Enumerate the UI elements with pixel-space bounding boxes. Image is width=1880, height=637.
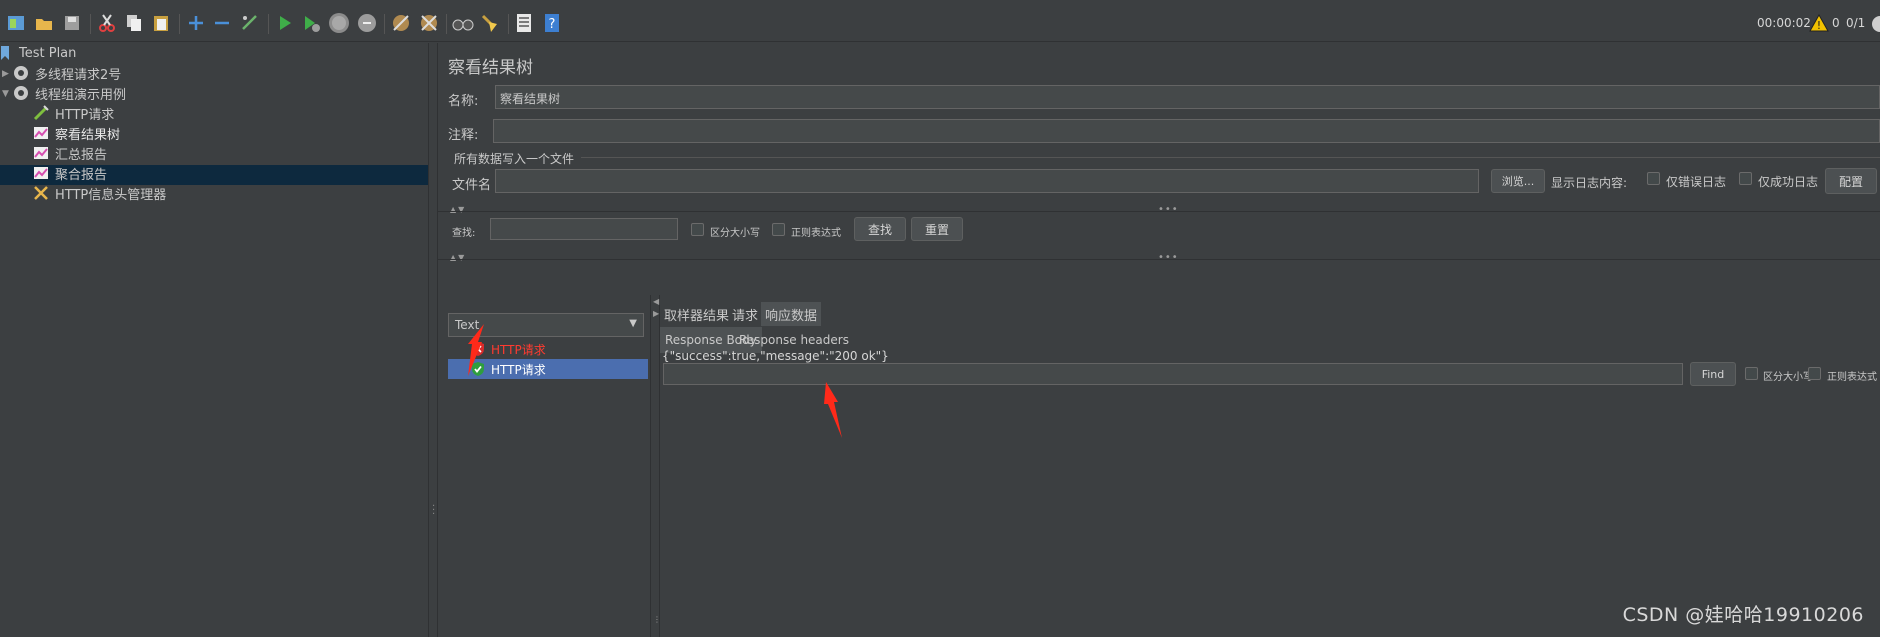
tree-item-header-manager[interactable]: HTTP信息头管理器 [32, 183, 166, 203]
tree-item-http-request[interactable]: HTTP请求 [32, 103, 114, 123]
add-icon[interactable] [184, 11, 208, 35]
reset-button[interactable]: 重置 [911, 217, 963, 241]
test-plan-tree[interactable]: Test Plan ▶ 多线程请求2号 ▼ 线程组演示用例 HTTP请求 察看结… [0, 43, 428, 637]
errors-only-label: 仅错误日志 [1666, 175, 1727, 189]
active-threads: 0/1 [1846, 16, 1866, 30]
comment-field[interactable] [493, 119, 1880, 143]
open-icon[interactable] [32, 11, 56, 35]
templates-icon[interactable] [4, 11, 28, 35]
collapse-arrow-icon[interactable]: ▼ [2, 89, 9, 99]
search-regex-checkbox[interactable] [772, 223, 785, 236]
watermark: CSDN @娃哈哈19910206 [1622, 604, 1864, 626]
response-body-text: {"success":true,"message":"200 ok"} [662, 349, 889, 363]
response-regex-label: 正则表达式 [1827, 372, 1877, 383]
chart-icon [32, 164, 50, 182]
copy-icon[interactable] [122, 11, 146, 35]
log-content-label: 显示日志内容: [1551, 176, 1628, 190]
cut-icon[interactable] [95, 11, 119, 35]
config-button[interactable]: 配置 [1825, 168, 1877, 194]
filename-label: 文件名 [452, 178, 492, 193]
annotation-arrow-left [468, 324, 484, 376]
find-button[interactable]: 查找 [854, 217, 906, 241]
help-icon[interactable]: ? [540, 11, 564, 35]
clear-broom-icon[interactable] [478, 11, 502, 35]
warning-count: 0 [1832, 16, 1840, 30]
dropdown-arrow-icon: ▼ [629, 318, 637, 329]
toggle-icon[interactable] [238, 11, 262, 35]
tree-item-aggregate-report[interactable]: 聚合报告 [32, 163, 107, 183]
status-icon [1868, 15, 1880, 37]
gear-icon [12, 84, 30, 102]
search-input[interactable] [490, 218, 678, 240]
errors-only-checkbox[interactable] [1647, 172, 1660, 185]
success-only-label: 仅成功日志 [1758, 175, 1819, 189]
tree-item-thread-group-demo[interactable]: 线程组演示用例 [12, 83, 126, 103]
toolbar: ? 00:00:02 ! 0 0/1 [0, 6, 1880, 42]
tab-response-data[interactable]: 响应数据 [761, 302, 822, 326]
upper-splitter[interactable]: ▲▼ ••• [438, 204, 1880, 216]
remote-start-icon[interactable] [389, 11, 413, 35]
chart-icon [32, 144, 50, 162]
filename-field[interactable] [495, 169, 1479, 193]
elapsed-time: 00:00:02 [1757, 16, 1811, 30]
search-binoculars-icon[interactable] [451, 11, 475, 35]
remote-stop-icon[interactable] [417, 11, 441, 35]
tree-item-summary-report[interactable]: 汇总报告 [32, 143, 107, 163]
tab-request[interactable]: 请求 [728, 302, 762, 326]
response-find-button[interactable]: Find [1690, 362, 1736, 386]
write-all-group-label: 所有数据写入一个文件 [454, 152, 575, 166]
name-field[interactable]: 察看结果树 [495, 85, 1880, 109]
svg-text:!: ! [1817, 19, 1821, 32]
shutdown-icon[interactable] [355, 11, 379, 35]
search-case-label: 区分大小写 [710, 228, 760, 239]
chart-icon [32, 124, 50, 142]
search-regex-label: 正则表达式 [791, 228, 841, 239]
name-label: 名称: [448, 94, 479, 109]
warning-icon[interactable]: ! [1809, 13, 1829, 37]
browse-button[interactable]: 浏览... [1491, 169, 1545, 193]
lower-splitter[interactable]: ▲▼ ••• [438, 252, 1880, 264]
response-case-checkbox[interactable] [1745, 367, 1758, 380]
expand-arrow-icon[interactable]: ▶ [2, 69, 9, 79]
svg-text:?: ? [549, 17, 556, 32]
tree-item-test-plan[interactable]: Test Plan [0, 43, 76, 63]
save-icon[interactable] [60, 11, 84, 35]
tree-item-view-results-tree[interactable]: 察看结果树 [32, 123, 120, 143]
tab-sampler-result[interactable]: 取样器结果 [660, 302, 733, 326]
search-case-checkbox[interactable] [691, 223, 704, 236]
stop-icon[interactable] [327, 11, 351, 35]
response-case-label: 区分大小写 [1763, 372, 1813, 383]
remove-icon[interactable] [210, 11, 234, 35]
tree-item-thread-group-2[interactable]: 多线程请求2号 [12, 63, 121, 83]
search-label: 查找: [452, 228, 476, 239]
start-icon[interactable] [273, 11, 297, 35]
pane-splitter[interactable]: · · · [428, 43, 438, 637]
gear-icon [12, 64, 30, 82]
page-title: 察看结果树 [448, 58, 533, 78]
success-only-checkbox[interactable] [1739, 172, 1752, 185]
wrench-icon [32, 184, 50, 202]
test-plan-icon [0, 44, 14, 62]
response-find-input[interactable] [663, 363, 1683, 385]
start-no-pause-icon[interactable] [299, 11, 323, 35]
paste-icon[interactable] [149, 11, 173, 35]
function-helper-icon[interactable] [512, 11, 536, 35]
view-results-tree-panel: 察看结果树 名称: 察看结果树 注释: 所有数据写入一个文件 文件名 浏览...… [438, 43, 1880, 637]
pipette-icon [32, 104, 50, 122]
annotation-arrow-right [824, 382, 842, 438]
results-splitter[interactable]: ◀ ▶ ⋮ [650, 295, 661, 637]
response-regex-checkbox[interactable] [1808, 367, 1821, 380]
comment-label: 注释: [448, 128, 479, 143]
